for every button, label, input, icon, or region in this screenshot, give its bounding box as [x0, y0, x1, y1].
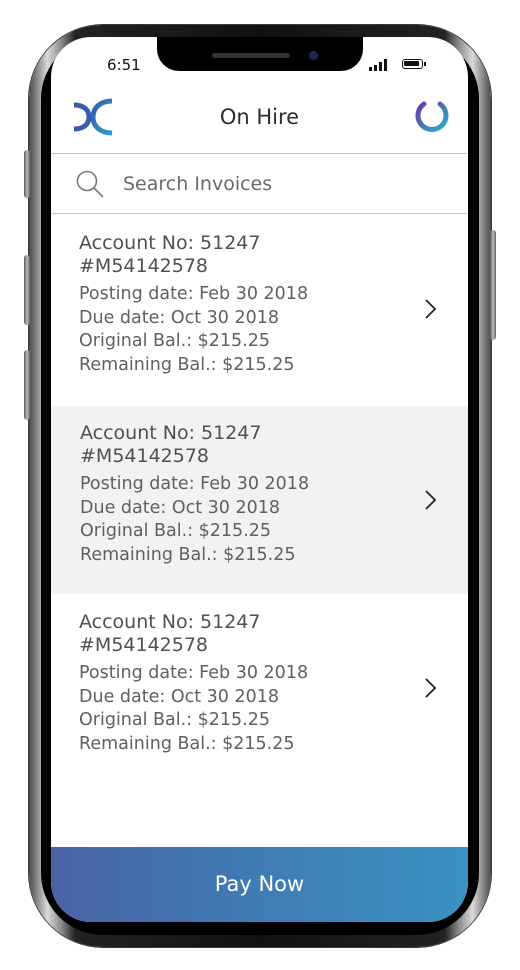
remaining-balance: Remaining Bal.: $215.25 [80, 544, 296, 565]
posting-date: Posting date: Feb 30 2018 [79, 284, 309, 304]
original-balance: Original Bal.: $215.25 [80, 521, 272, 541]
original-balance: Original Bal.: $215.25 [79, 331, 271, 351]
remaining-balance: Remaining Bal.: $215.25 [79, 354, 295, 375]
notch [157, 37, 363, 71]
front-camera [309, 51, 318, 60]
search-bar [51, 154, 468, 213]
due-date: Due date: Oct 30 2018 [79, 307, 280, 328]
invoice-text: Account No: 51247 #M54142578 Posting dat… [80, 422, 309, 567]
signal-icon [369, 59, 393, 71]
search-divider [51, 213, 468, 214]
volume-up-button [24, 255, 30, 325]
chevron-right-icon[interactable] [424, 488, 438, 512]
remaining-balance: Remaining Bal.: $215.25 [79, 733, 295, 754]
volume-down-button [24, 350, 30, 420]
search-input[interactable] [121, 168, 445, 200]
invoice-details: Posting date: Feb 30 2018 Due date: Oct … [79, 662, 308, 756]
status-time: 6:51 [107, 56, 141, 74]
invoice-number: #M54142578 [79, 255, 209, 277]
due-date: Due date: Oct 30 2018 [80, 497, 281, 518]
invoice-item[interactable]: Account No: 51247 #M54142578 Posting dat… [51, 215, 468, 403]
chevron-right-icon[interactable] [424, 297, 438, 321]
invoice-details: Posting date: Feb 30 2018 Due date: Oct … [80, 473, 309, 567]
invoice-item[interactable]: Account No: 51247 #M54142578 Posting dat… [51, 594, 468, 782]
pay-now-button[interactable]: Pay Now [51, 847, 468, 922]
battery-icon [402, 59, 423, 69]
search-icon[interactable] [76, 170, 104, 198]
invoice-text: Account No: 51247 #M54142578 Posting dat… [79, 232, 308, 377]
invoice-number: #M54142578 [79, 634, 209, 656]
due-date: Due date: Oct 30 2018 [79, 686, 280, 707]
original-balance: Original Bal.: $215.25 [79, 710, 271, 730]
power-side-button [490, 230, 496, 340]
posting-date: Posting date: Feb 30 2018 [79, 663, 309, 683]
invoice-item[interactable]: Account No: 51247 #M54142578 Posting dat… [51, 406, 468, 594]
account-number: Account No: 51247 [79, 232, 261, 254]
speaker [212, 53, 290, 58]
invoice-text: Account No: 51247 #M54142578 Posting dat… [79, 611, 308, 756]
invoice-number: #M54142578 [80, 445, 210, 467]
side-button [24, 150, 30, 198]
account-number: Account No: 51247 [79, 611, 261, 633]
invoice-details: Posting date: Feb 30 2018 Due date: Oct … [79, 283, 308, 377]
power-icon[interactable] [413, 95, 451, 135]
chevron-right-icon[interactable] [424, 676, 438, 700]
app-header: On Hire [51, 83, 468, 153]
posting-date: Posting date: Feb 30 2018 [80, 474, 310, 494]
account-number: Account No: 51247 [80, 422, 262, 444]
page-title: On Hire [219, 105, 300, 129]
screen: 6:51 On Hire Account No: 51247 #M5414257… [51, 37, 468, 922]
battery-tip [424, 62, 426, 66]
